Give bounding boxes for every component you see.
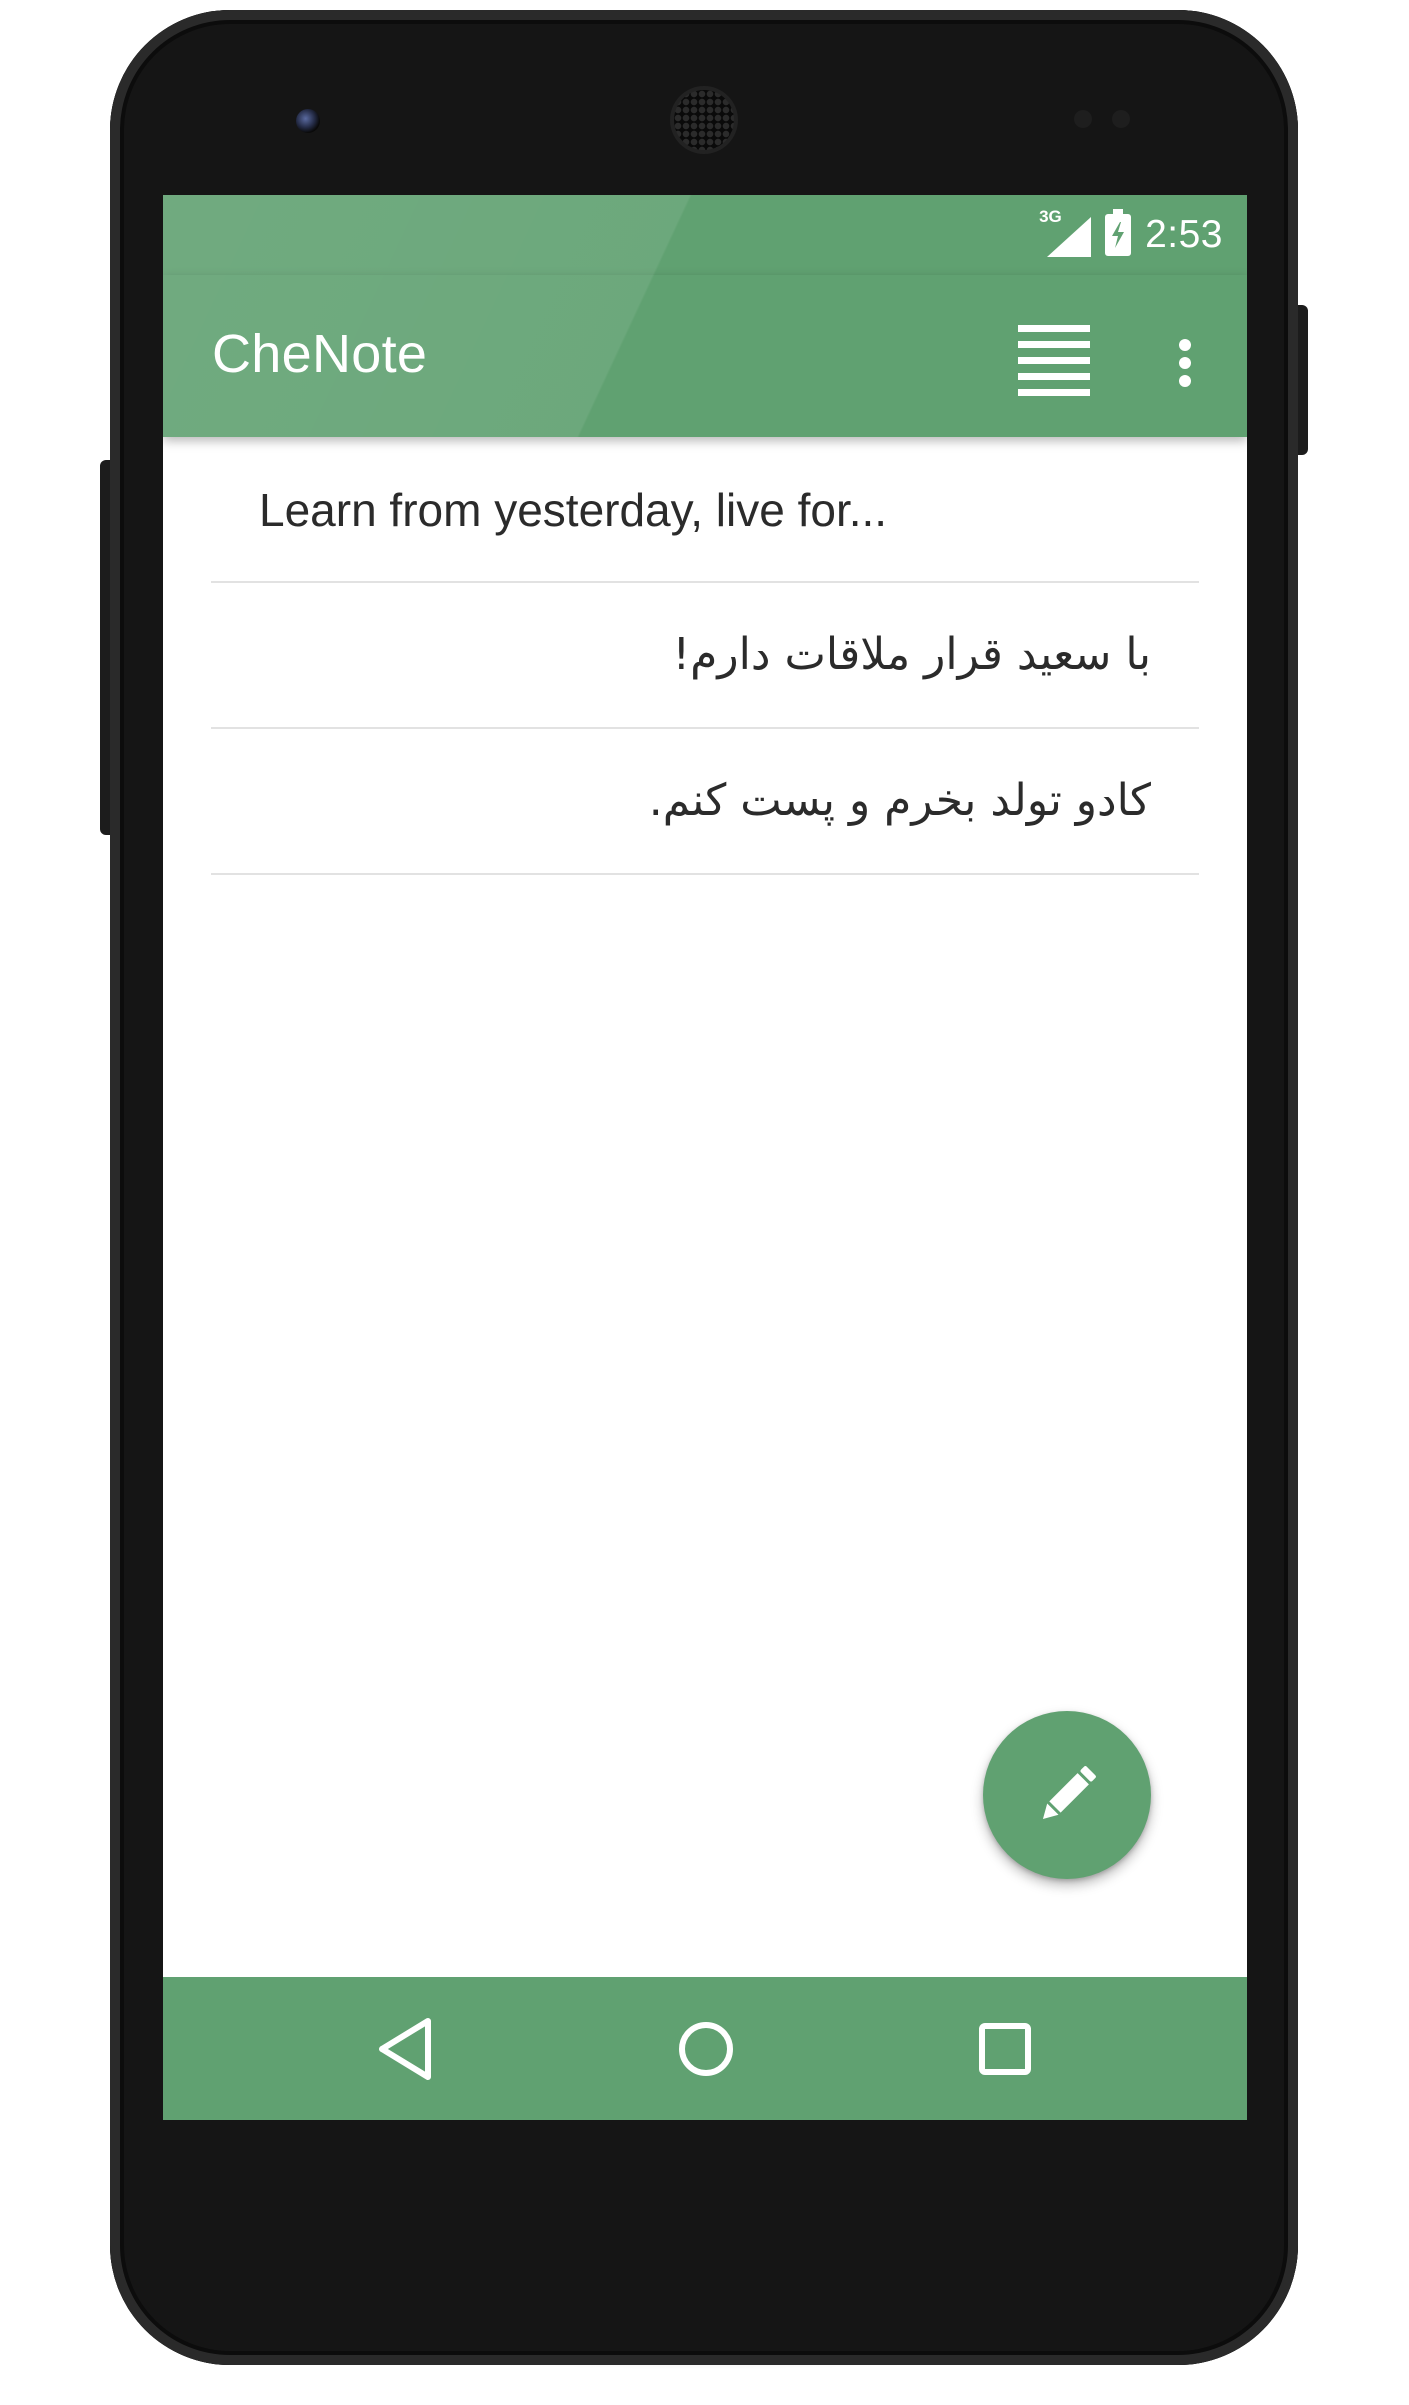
note-text: با سعید قرار ملاقات دارم! (672, 629, 1151, 680)
proximity-sensor (1074, 110, 1092, 128)
note-item[interactable]: با سعید قرار ملاقات دارم! (211, 583, 1199, 729)
note-text: کادو تولد بخرم و پست کنم. (648, 775, 1151, 826)
battery-charging-icon (1105, 209, 1132, 256)
front-camera (296, 109, 320, 133)
status-icons: 3G 2:53 (1039, 207, 1223, 261)
list-view-icon[interactable] (1016, 319, 1092, 396)
app-title: CheNote (212, 324, 428, 384)
status-bar: 3G 2:53 (163, 195, 1247, 275)
note-text: Learn from yesterday, live for... (259, 484, 888, 536)
recents-icon[interactable] (963, 2007, 1047, 2091)
back-icon[interactable] (364, 2007, 448, 2091)
navigation-bar (163, 1977, 1247, 2120)
note-item[interactable]: Learn from yesterday, live for... (211, 437, 1199, 583)
earpiece-speaker (674, 90, 734, 150)
status-time: 2:53 (1145, 213, 1223, 256)
screen: 3G 2:53 CheNote Learn from yesterday, li… (163, 195, 1247, 2120)
pencil-icon (1042, 1766, 1096, 1820)
light-sensor (1112, 110, 1130, 128)
app-bar: CheNote (163, 195, 1247, 437)
signal-icon: 3G (1039, 207, 1092, 257)
new-note-button[interactable] (983, 1711, 1151, 1879)
more-vertical-icon[interactable] (1163, 319, 1207, 395)
note-item[interactable]: کادو تولد بخرم و پست کنم. (211, 729, 1199, 875)
home-icon[interactable] (664, 2007, 748, 2091)
